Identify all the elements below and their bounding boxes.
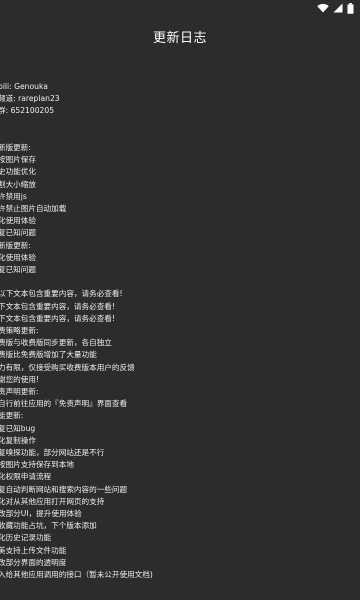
changelog-line: 新版更新: bbox=[0, 143, 31, 152]
page-title: 更新日志 bbox=[152, 30, 207, 46]
changelog-line: 力有限，仅接受购买收费版本用户的反馈 bbox=[0, 362, 135, 372]
changelog-line: 化使用体验 bbox=[0, 216, 36, 226]
changelog-line: 入给其他应用调用的接口（暂未公开使用文档) bbox=[0, 570, 153, 579]
changelog-line: 频道: rareplan23 bbox=[0, 94, 60, 104]
changelog-line: 群: 652100205 bbox=[0, 106, 55, 116]
changelog-line: 改部分界面的透明度 bbox=[0, 557, 67, 567]
changelog-line: 费版比免费版增加了大量功能 bbox=[0, 350, 97, 360]
changelog-line: 化权限申请流程 bbox=[0, 472, 52, 482]
changelog-line: 谢您的使用! bbox=[0, 374, 40, 384]
changelog-line: 新版更新: bbox=[0, 240, 31, 250]
changelog-line: 复自动判断网站和搜索内容的一些问题 bbox=[0, 484, 128, 494]
changelog-line: 割大小缩放 bbox=[0, 179, 36, 189]
changelog-line: 复已知问题 bbox=[0, 228, 36, 238]
changelog-line: 化复制操作 bbox=[0, 435, 36, 445]
changelog-line: 收藏功能占坑，下个版本添加 bbox=[0, 521, 97, 531]
changelog-line: 美支持上传文件功能 bbox=[0, 545, 67, 555]
changelog-line: 复已知问题 bbox=[0, 265, 36, 274]
battery-icon bbox=[347, 2, 354, 14]
changelog-line: 史功能优化 bbox=[0, 167, 36, 177]
wifi-icon bbox=[317, 3, 329, 13]
changelog-content[interactable]: bili: Genouka 频道: rareplan23 群: 652100205 新… bbox=[0, 81, 360, 600]
changelog-line: 按图片保存 bbox=[0, 155, 36, 165]
changelog-line: 以下文本包含重要内容，请务必查看! bbox=[0, 289, 123, 299]
changelog-line: bili: Genouka bbox=[0, 82, 48, 91]
status-icons bbox=[317, 2, 354, 14]
changelog-line: 化历史记录功能 bbox=[0, 533, 52, 543]
changelog-line: 许禁用js bbox=[0, 191, 27, 201]
changelog-line: 按图片支持保存到本地 bbox=[0, 460, 74, 470]
app-bar: 更新日志 bbox=[0, 16, 360, 56]
changelog-line: 能更新: bbox=[0, 411, 24, 421]
changelog-line: 化使用体验 bbox=[0, 252, 36, 262]
changelog-line: 自行前往应用的『免责声明』界面查看 bbox=[0, 399, 128, 409]
changelog-line: 费策略更新: bbox=[0, 326, 39, 335]
changelog-line: 费版与收费版同步更新，各自独立 bbox=[0, 338, 112, 348]
changelog-line: 复已知bug bbox=[0, 423, 36, 433]
changelog-line: 下文本包含重要内容，请务必查看! bbox=[0, 301, 115, 311]
signal-icon bbox=[333, 3, 343, 13]
changelog-line: 下文本包含重要内容，请务必查看! bbox=[0, 313, 115, 323]
changelog-line: 责声明更新: bbox=[0, 387, 39, 396]
changelog-line: 化对从其他应用打开网页的支持 bbox=[0, 496, 105, 506]
changelog-line: 改部分UI，提升使用体验 bbox=[0, 509, 82, 518]
status-bar bbox=[0, 0, 360, 16]
changelog-line: 许禁止图片自动加载 bbox=[0, 204, 67, 213]
changelog-line: 复嗅探功能，部分网站还是不行 bbox=[0, 448, 105, 457]
